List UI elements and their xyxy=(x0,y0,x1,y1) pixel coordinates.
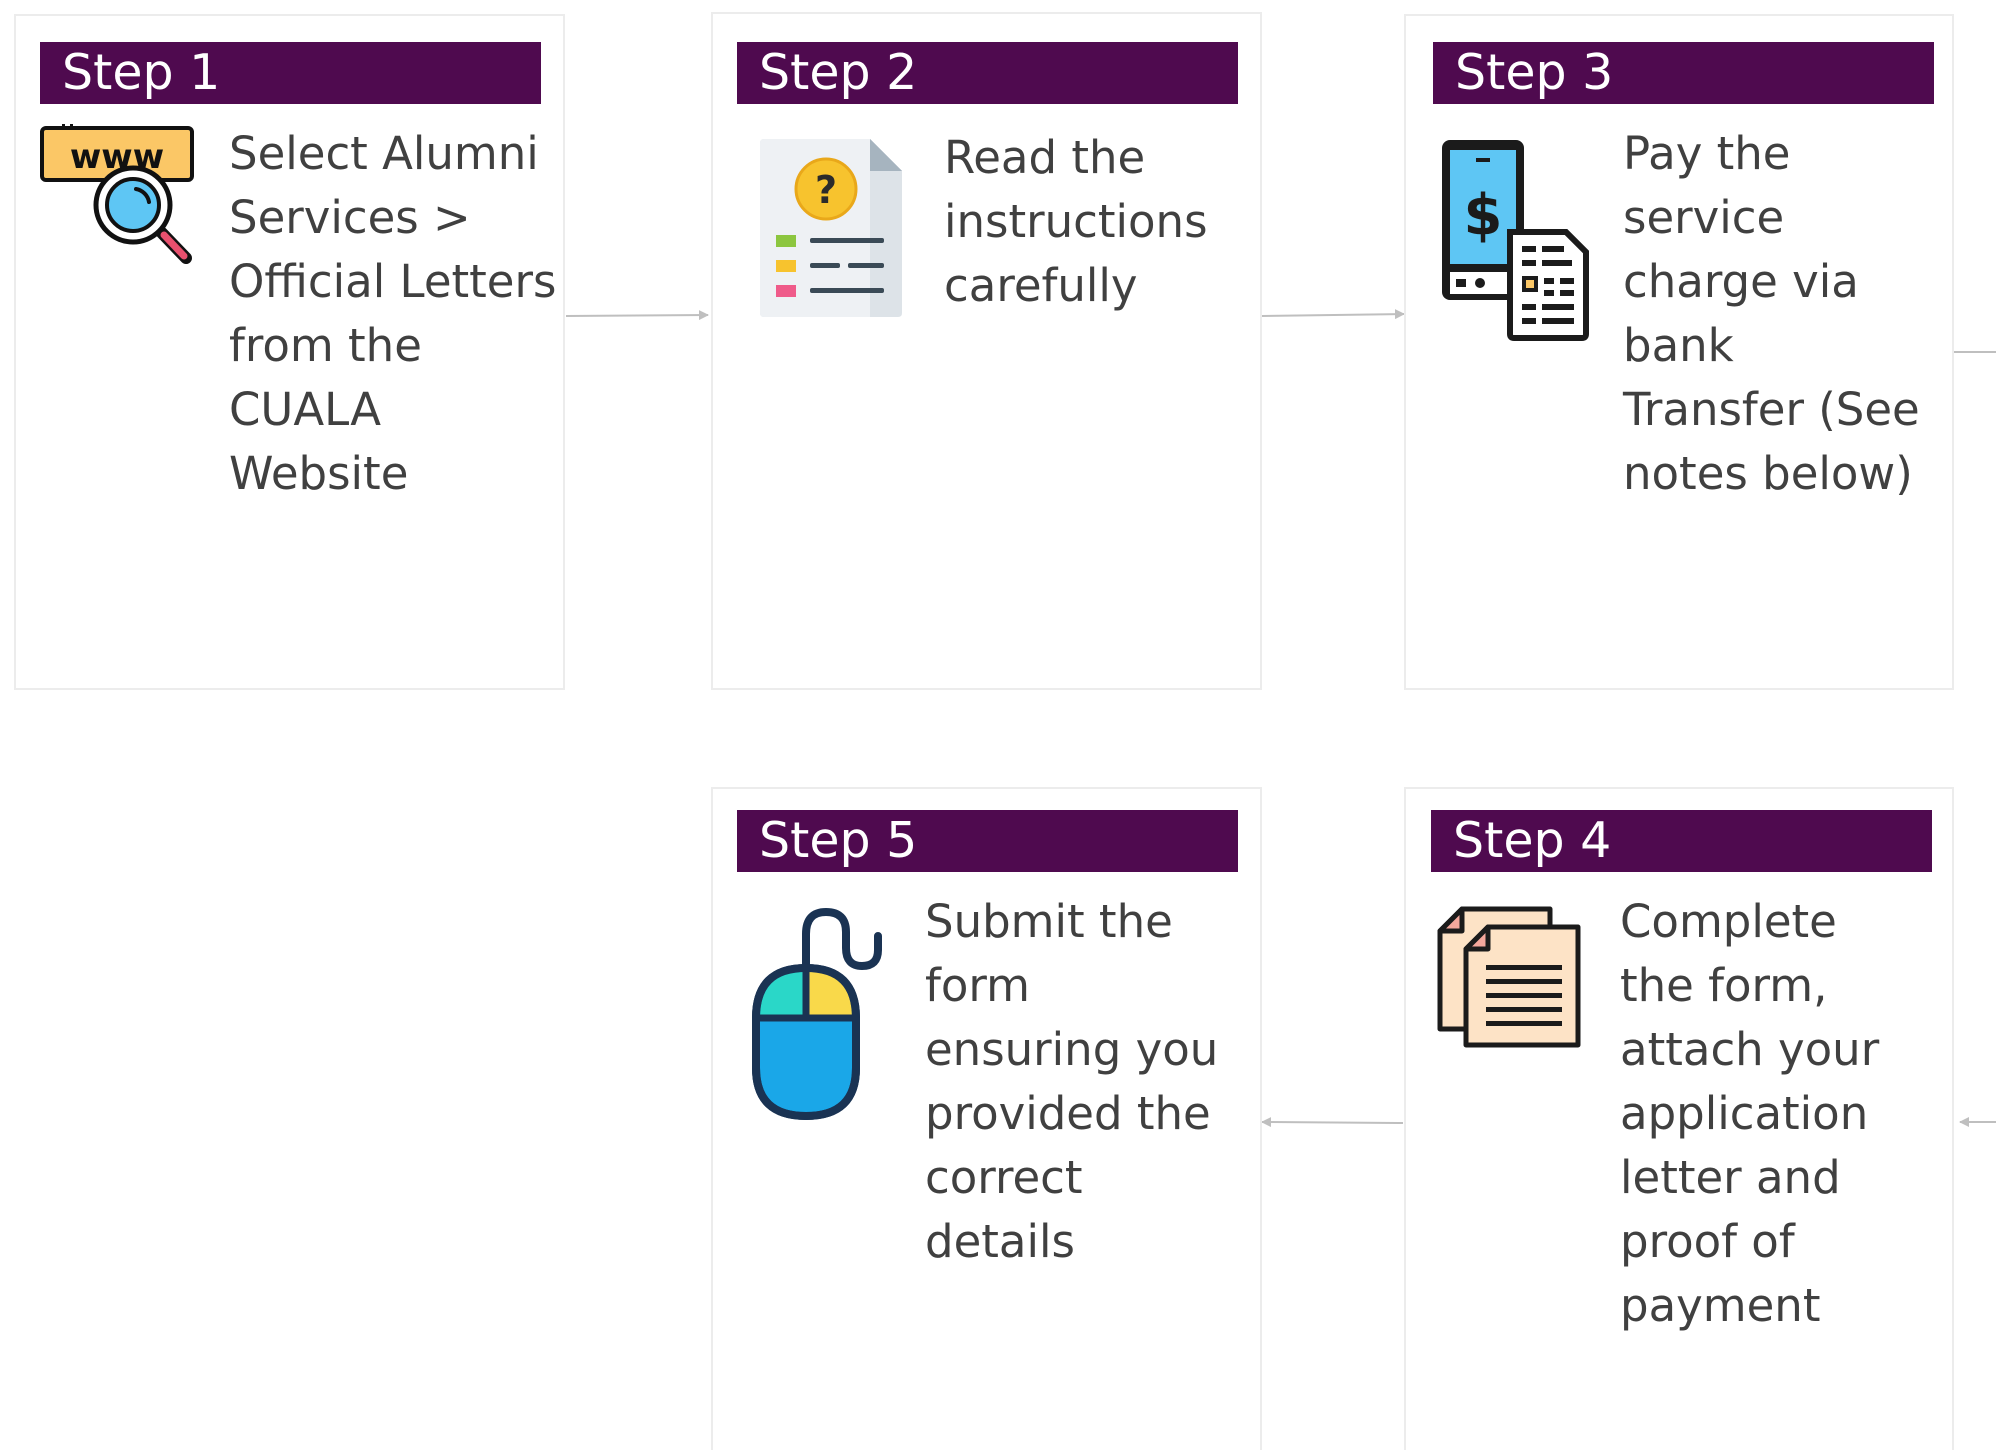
step-2-text: Read the instructions carefully xyxy=(944,131,1208,312)
www-search-icon: www xyxy=(38,120,198,270)
computer-mouse-icon xyxy=(750,906,896,1121)
documents-icon xyxy=(1436,905,1584,1049)
step-5-text: Submit the form ensuring you provided th… xyxy=(925,895,1219,1268)
step-1-text: Select Alumni Services > Official Letter… xyxy=(229,127,557,500)
document-question-icon: ? xyxy=(756,137,904,319)
connector-step1-step2 xyxy=(565,310,709,321)
connector-step2-step3 xyxy=(1261,309,1405,320)
connector-step4-step5 xyxy=(1261,1117,1404,1128)
step-3-header: Step 3 xyxy=(1433,42,1934,104)
mobile-payment-receipt-icon: $ xyxy=(1438,134,1590,342)
step-2-card xyxy=(711,12,1262,690)
step-1-header: Step 1 xyxy=(40,42,541,104)
svg-text:$: $ xyxy=(1464,183,1503,248)
step-4-header: Step 4 xyxy=(1431,810,1932,872)
step-4-text: Complete the form, attach your applicati… xyxy=(1620,895,1880,1332)
svg-text:?: ? xyxy=(815,168,837,212)
step-2-header: Step 2 xyxy=(737,42,1238,104)
step-5-header: Step 5 xyxy=(737,810,1238,872)
step-3-text: Pay the service charge via bank Transfer… xyxy=(1623,127,1920,500)
